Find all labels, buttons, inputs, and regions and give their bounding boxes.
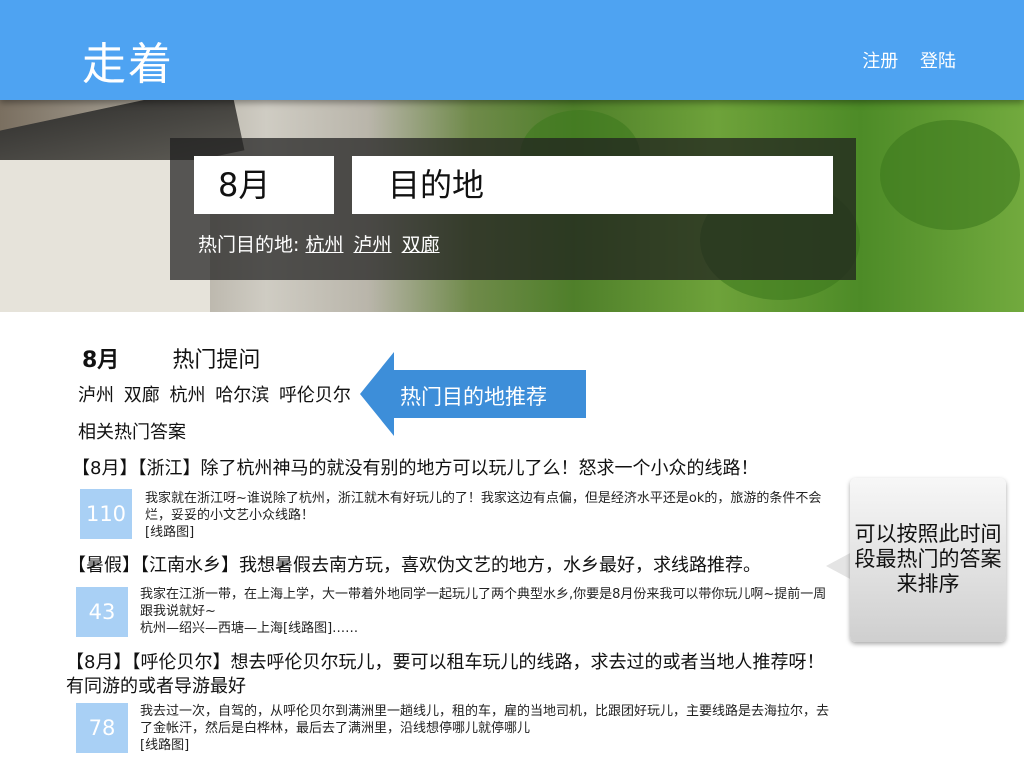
section-title: 热门提问 xyxy=(172,348,261,373)
answer-text: 我家在江浙一带，在上海上学，大一带着外地同学一起玩儿了两个典型水乡,你要是8月份… xyxy=(140,587,827,636)
related-answers-heading: 相关热门答案 xyxy=(78,422,186,443)
answer-preview[interactable]: 我去过一次，自驾的，从呼伦贝尔到满洲里一趟线儿，租的车，雇的当地司机，比跟团好玩… xyxy=(140,703,834,754)
city-link[interactable]: 哈尔滨 xyxy=(215,385,269,406)
auth-nav: 注册 登陆 xyxy=(846,47,956,73)
section-month: 8月 xyxy=(82,348,120,373)
register-link[interactable]: 注册 xyxy=(862,51,898,72)
question-title[interactable]: 【8月】【浙江】除了杭州神马的就没有别的地方可以玩儿了么！怒求一个小众的线路！ xyxy=(72,454,758,480)
answer-count-badge: 110 xyxy=(80,489,132,539)
hot-destination-link[interactable]: 双廊 xyxy=(402,234,440,256)
hero-banner: 8月 目的地 热门目的地: 杭州 泸州 双廊 xyxy=(0,100,1024,312)
hot-destination-link[interactable]: 杭州 xyxy=(305,234,343,256)
hot-destinations: 热门目的地: 杭州 泸州 双廊 xyxy=(198,230,444,257)
sort-hint-callout: 可以按照此时间段最热门的答案来排序 xyxy=(820,478,1006,644)
question-title[interactable]: 【8月】【呼伦贝尔】想去呼伦贝尔玩儿，要可以租车玩儿的线路，求去过的或者当地人推… xyxy=(66,651,840,699)
answer-text: 我家就在浙江呀~谁说除了杭州，浙江就木有好玩儿的了！我家这边有点偏，但是经济水平… xyxy=(145,491,822,540)
city-link[interactable]: 杭州 xyxy=(169,385,205,406)
question-title[interactable]: 【暑假】【江南水乡】我想暑假去南方玩，喜欢伪文艺的地方，水乡最好，求线路推荐。 xyxy=(68,551,761,577)
login-link[interactable]: 登陆 xyxy=(920,51,956,72)
top-bar: 走着 注册 登陆 xyxy=(0,0,1024,100)
city-link[interactable]: 呼伦贝尔 xyxy=(279,385,351,406)
callout-text: 热门目的地推荐 xyxy=(400,385,547,409)
hot-destination-callout: 热门目的地推荐 xyxy=(360,352,586,436)
callout-pointer-icon xyxy=(826,552,852,580)
city-link[interactable]: 双廊 xyxy=(124,385,160,406)
answer-preview[interactable]: 我家在江浙一带，在上海上学，大一带着外地同学一起玩儿了两个典型水乡,你要是8月份… xyxy=(140,586,830,637)
answer-count-badge: 78 xyxy=(76,703,128,753)
hot-destination-link[interactable]: 泸州 xyxy=(354,234,392,256)
city-link[interactable]: 泸州 xyxy=(78,385,114,406)
callout-arrow-icon xyxy=(360,352,394,436)
callout-text: 可以按照此时间段最热门的答案来排序 xyxy=(854,522,1002,596)
answer-preview[interactable]: 我家就在浙江呀~谁说除了杭州，浙江就木有好玩儿的了！我家这边有点偏，但是经济水平… xyxy=(145,490,835,541)
site-logo[interactable]: 走着 xyxy=(82,28,174,92)
recommended-cities: 泸州 双廊 杭州 哈尔滨 呼伦贝尔 xyxy=(78,381,355,407)
hero-foliage xyxy=(880,120,1020,230)
destination-input[interactable]: 目的地 xyxy=(352,156,833,214)
section-heading: 8月 热门提问 xyxy=(82,342,260,374)
month-select[interactable]: 8月 xyxy=(194,156,334,214)
answer-text: 我去过一次，自驾的，从呼伦贝尔到满洲里一趟线儿，租的车，雇的当地司机，比跟团好玩… xyxy=(140,704,830,753)
answer-count-badge: 43 xyxy=(76,587,128,637)
hot-destinations-label: 热门目的地: xyxy=(198,234,300,256)
